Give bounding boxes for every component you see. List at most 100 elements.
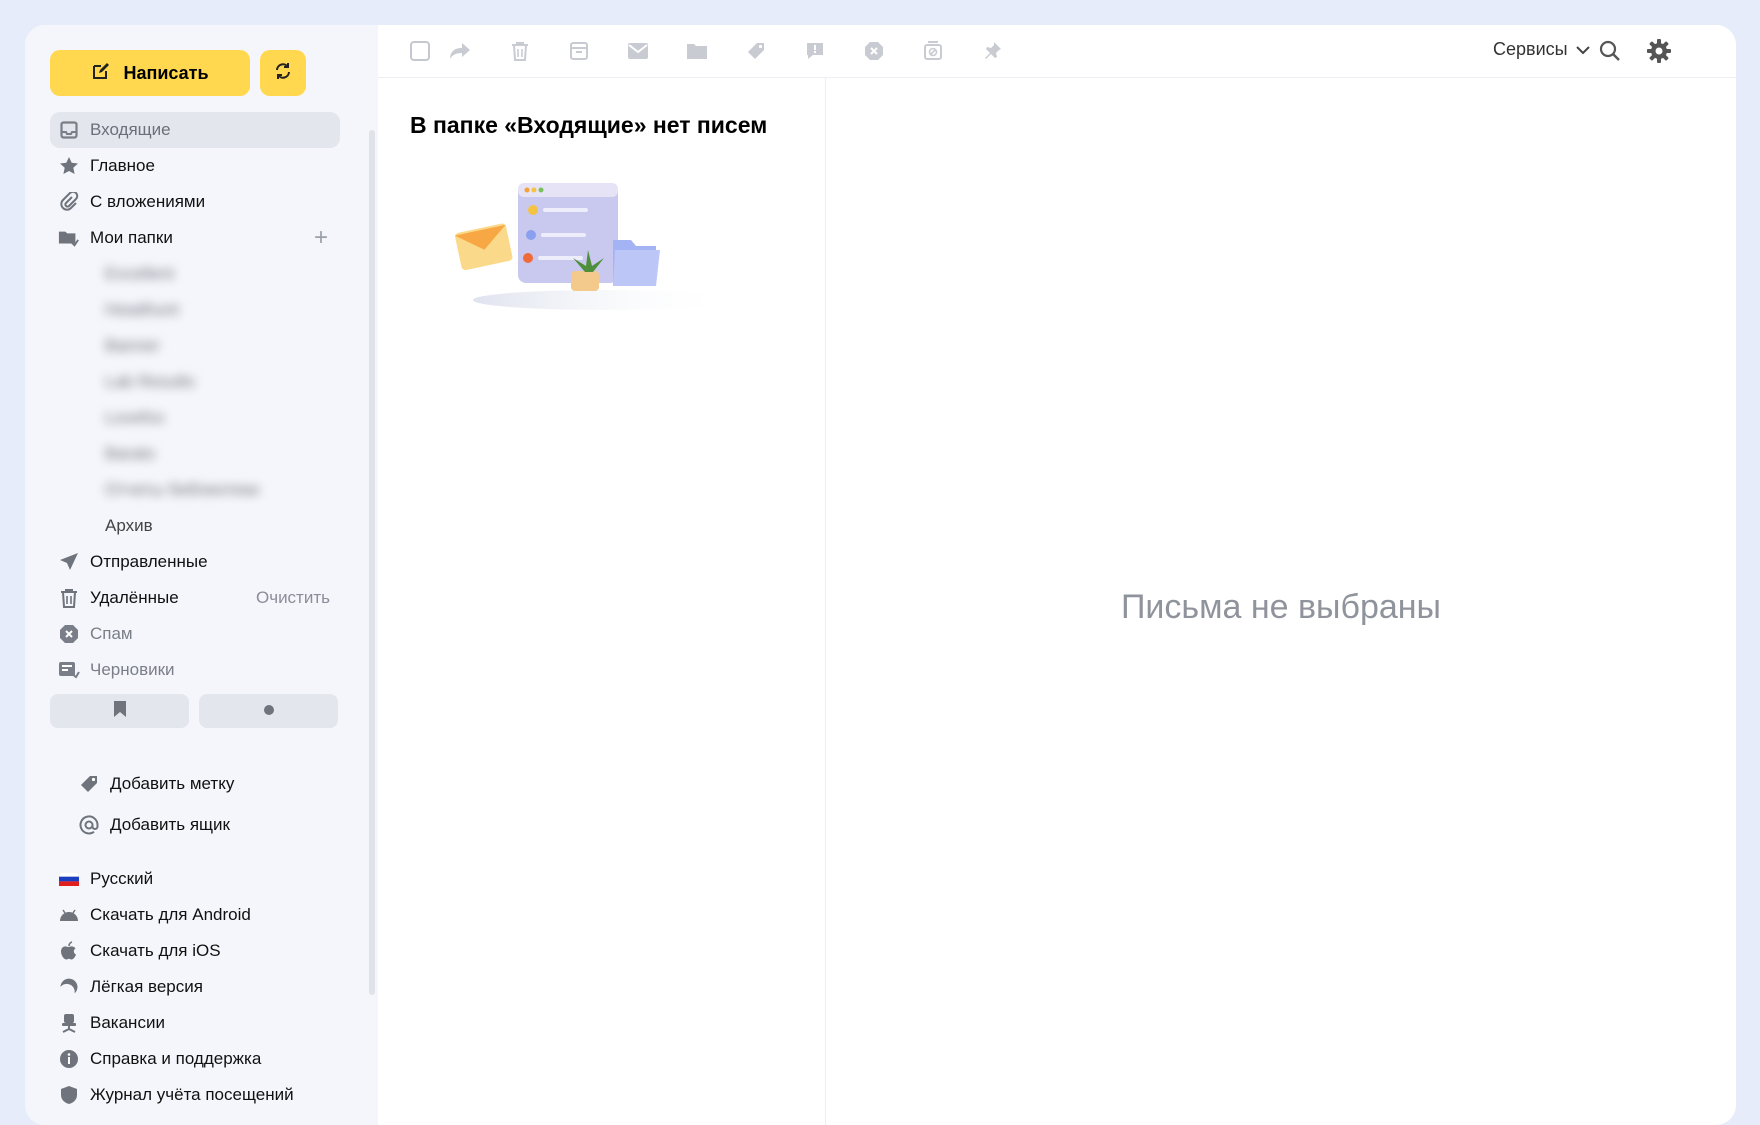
- empty-inbox-illustration: [453, 178, 743, 323]
- info-icon: [58, 1048, 80, 1070]
- nav-label-inbox: Входящие: [90, 120, 171, 139]
- subfolder-item[interactable]: Lab Results: [50, 364, 340, 400]
- nav-label-drafts: Черновики: [90, 660, 175, 679]
- subfolder-item[interactable]: Отчеты библиотеки: [50, 472, 340, 508]
- help-link[interactable]: Справка и поддержка: [50, 1041, 340, 1077]
- important-icon[interactable]: [803, 39, 827, 63]
- sidebar-footer: Русский Скачать для Android Скачать для …: [50, 861, 340, 1113]
- android-link[interactable]: Скачать для Android: [50, 897, 340, 933]
- subfolder-item[interactable]: Lovefox: [50, 400, 340, 436]
- pin-icon[interactable]: [980, 39, 1004, 63]
- nav-label-spam: Спам: [90, 624, 133, 643]
- nav-item-deleted[interactable]: Удалённые Очистить: [50, 580, 340, 616]
- services-menu[interactable]: Сервисы: [1493, 39, 1590, 60]
- reading-pane: Письма не выбраны: [826, 78, 1736, 1125]
- add-label-link[interactable]: Добавить метку: [50, 763, 340, 804]
- nav-item-spam[interactable]: Спам: [50, 616, 340, 652]
- unread-filter-button[interactable]: [199, 694, 338, 728]
- sidebar-scrollbar[interactable]: [369, 130, 375, 995]
- bookmark-icon: [113, 700, 127, 723]
- visit-log-link[interactable]: Журнал учёта посещений: [50, 1077, 340, 1113]
- subfolder-label-archive: Архив: [105, 516, 153, 535]
- quick-filter-row: [50, 694, 338, 728]
- jobs-text: Вакансии: [90, 1013, 165, 1032]
- visit-log-text: Журнал учёта посещений: [90, 1085, 294, 1104]
- add-mailbox-link[interactable]: Добавить ящик: [50, 804, 340, 845]
- send-icon: [58, 551, 80, 573]
- subfolder-archive[interactable]: Архив: [50, 508, 340, 544]
- star-icon: [58, 155, 80, 177]
- android-icon: [58, 904, 80, 926]
- subfolder-label: Banner: [105, 336, 160, 355]
- nav-item-main[interactable]: Главное: [50, 148, 340, 184]
- lite-version-text: Лёгкая версия: [90, 977, 203, 996]
- move-to-folder-icon[interactable]: [685, 39, 709, 63]
- extra-actions: Добавить метку Добавить ящик: [50, 763, 340, 845]
- compose-label: Написать: [123, 62, 209, 83]
- ios-link[interactable]: Скачать для iOS: [50, 933, 340, 969]
- search-icon[interactable]: [1598, 39, 1622, 63]
- compose-icon: [91, 61, 111, 86]
- mark-read-icon[interactable]: [626, 39, 650, 63]
- at-icon: [78, 814, 100, 836]
- subfolder-label: Excellent: [105, 264, 174, 283]
- bookmark-filter-button[interactable]: [50, 694, 189, 728]
- spam-mark-icon[interactable]: [862, 39, 886, 63]
- inbox-icon: [58, 119, 80, 141]
- trash-icon: [58, 587, 80, 609]
- settings-gear-icon[interactable]: [1645, 37, 1673, 65]
- add-mailbox-text: Добавить ящик: [110, 814, 230, 834]
- subfolder-item[interactable]: Banner: [50, 328, 340, 364]
- spam-icon: [58, 623, 80, 645]
- nav-item-inbox[interactable]: Входящие: [50, 112, 340, 148]
- moon-icon: [58, 976, 80, 998]
- refresh-button[interactable]: [260, 50, 306, 96]
- paperclip-icon: [58, 191, 80, 213]
- russian-flag-icon: [58, 868, 80, 890]
- subfolder-item[interactable]: Headhunt: [50, 292, 340, 328]
- select-all-checkbox[interactable]: [408, 39, 432, 63]
- services-label: Сервисы: [1493, 39, 1568, 59]
- language-text: Русский: [90, 869, 154, 888]
- shield-icon: [58, 1084, 80, 1106]
- drafts-icon: [58, 659, 80, 681]
- tag-icon: [78, 773, 100, 795]
- nav-label-sent: Отправленные: [90, 552, 208, 571]
- nav-label-attachments: С вложениями: [90, 192, 206, 211]
- message-list-pane: В папке «Входящие» нет писем: [378, 78, 826, 1125]
- add-label-text: Добавить метку: [110, 773, 235, 793]
- nav-item-attachments[interactable]: С вложениями: [50, 184, 340, 220]
- add-folder-icon[interactable]: +: [314, 224, 328, 252]
- delete-icon[interactable]: [508, 39, 532, 63]
- unsubscribe-icon[interactable]: [921, 39, 945, 63]
- clear-trash-link[interactable]: Очистить: [256, 588, 330, 608]
- folder-nav: Входящие Главное С вложениями Мои папки …: [50, 112, 340, 688]
- nav-item-drafts[interactable]: Черновики: [50, 652, 340, 688]
- chevron-down-icon: [1575, 39, 1590, 60]
- lite-version-link[interactable]: Лёгкая версия: [50, 969, 340, 1005]
- subfolder-item[interactable]: Excellent: [50, 256, 340, 292]
- unread-dot-icon: [263, 702, 274, 720]
- nav-label-main: Главное: [90, 156, 155, 175]
- nav-item-sent[interactable]: Отправленные: [50, 544, 340, 580]
- nav-label-my-folders: Мои папки: [90, 228, 173, 247]
- subfolder-label: Lovefox: [105, 408, 165, 427]
- ios-text: Скачать для iOS: [90, 941, 221, 960]
- android-text: Скачать для Android: [90, 905, 251, 924]
- empty-folder-title: В папке «Входящие» нет писем: [410, 112, 768, 138]
- sidebar: Написать Входящие Главное С вложениями М…: [25, 25, 378, 1125]
- jobs-link[interactable]: Вакансии: [50, 1005, 340, 1041]
- help-text: Справка и поддержка: [90, 1049, 262, 1068]
- label-icon[interactable]: [744, 39, 768, 63]
- forward-icon[interactable]: [448, 39, 472, 63]
- language-link[interactable]: Русский: [50, 861, 340, 897]
- archive-icon[interactable]: [567, 39, 591, 63]
- compose-button[interactable]: Написать: [50, 50, 250, 96]
- nav-item-my-folders[interactable]: Мои папки +: [50, 220, 340, 256]
- compose-row: Написать: [50, 50, 306, 96]
- office-chair-icon: [58, 1012, 80, 1034]
- nav-label-deleted: Удалённые: [90, 588, 179, 607]
- refresh-icon: [274, 62, 292, 85]
- folder-icon: [58, 227, 80, 249]
- subfolder-item[interactable]: Barato: [50, 436, 340, 472]
